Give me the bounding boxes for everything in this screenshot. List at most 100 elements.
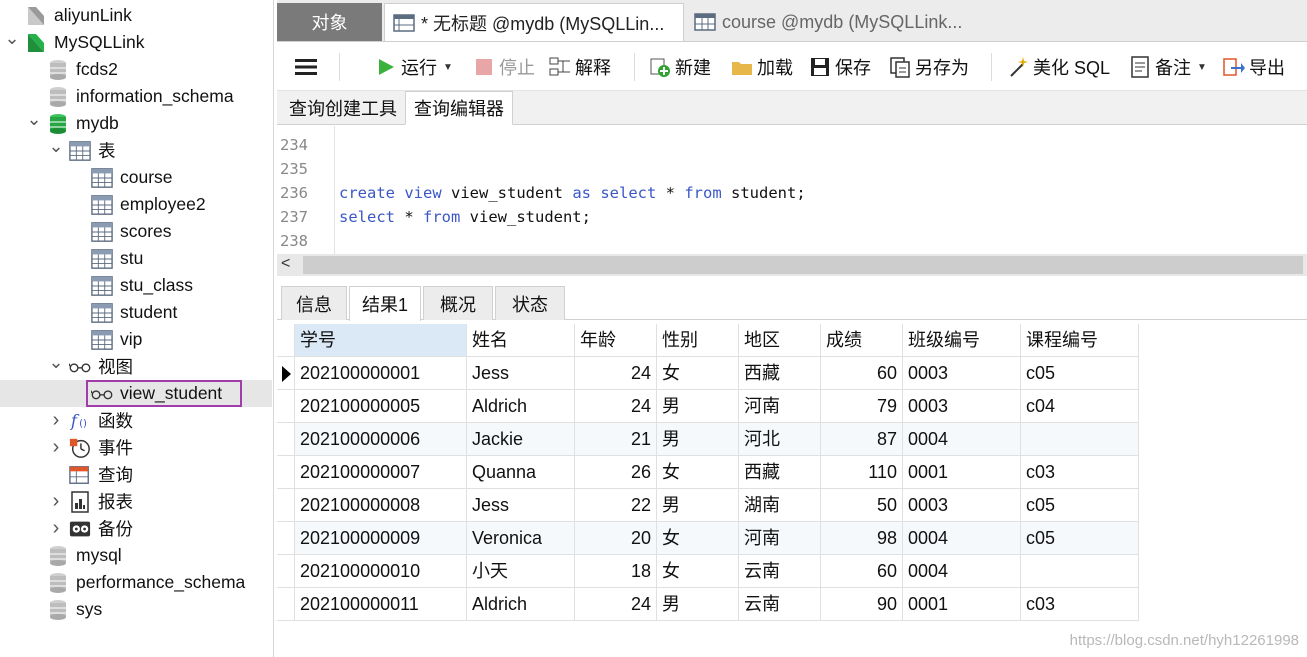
result-tab-0[interactable]: 信息 xyxy=(281,286,347,320)
column-header[interactable]: 班级编号 xyxy=(903,324,1021,357)
table-cell[interactable]: 小天 xyxy=(467,555,575,588)
table-cell[interactable]: 男 xyxy=(657,588,739,621)
table-cell[interactable]: 202100000005 xyxy=(295,390,467,423)
sidebar-item-student[interactable]: student xyxy=(0,299,272,326)
table-cell[interactable]: 河南 xyxy=(739,522,821,555)
sidebar-item-mysqllink[interactable]: ⌄ MySQLLink xyxy=(0,28,272,56)
table-cell[interactable]: Quanna xyxy=(467,456,575,489)
table-cell[interactable]: 202100000009 xyxy=(295,522,467,555)
table-cell[interactable]: 0001 xyxy=(903,588,1021,621)
chevron-down-icon[interactable]: ⌄ xyxy=(48,136,64,156)
sidebar-item-view_student[interactable]: view_student xyxy=(0,380,272,407)
table-cell[interactable]: 湖南 xyxy=(739,489,821,522)
table-cell[interactable]: c05 xyxy=(1021,357,1139,390)
sidebar-item-vip[interactable]: vip xyxy=(0,326,272,353)
sidebar-item-fcds2[interactable]: fcds2 xyxy=(0,56,272,83)
table-row[interactable]: 202100000005 Aldrich 24 男河南 79 0003 c04 xyxy=(277,390,1139,423)
table-cell[interactable]: 60 xyxy=(821,555,903,588)
table-cell[interactable]: Aldrich xyxy=(467,390,575,423)
table-cell[interactable]: 河南 xyxy=(739,390,821,423)
editor-horizontal-scrollbar[interactable]: < xyxy=(277,254,1307,276)
chevron-right-icon[interactable]: › xyxy=(48,409,64,431)
table-row[interactable]: 202100000011 Aldrich 24 男云南 90 0001 c03 xyxy=(277,588,1139,621)
table-cell[interactable]: 西藏 xyxy=(739,456,821,489)
table-cell[interactable]: 18 xyxy=(575,555,657,588)
sidebar-item-scores[interactable]: scores xyxy=(0,218,272,245)
table-cell[interactable]: 0003 xyxy=(903,390,1021,423)
table-cell[interactable]: 0001 xyxy=(903,456,1021,489)
sidebar-item-node17[interactable]: 查询 xyxy=(0,461,272,488)
load-button[interactable]: 加载 xyxy=(731,43,793,91)
sidebar-item-node5[interactable]: ⌄ 表 xyxy=(0,136,272,164)
sidebar-item-employee2[interactable]: employee2 xyxy=(0,191,272,218)
sidebar-item-node16[interactable]: › 事件 xyxy=(0,434,272,461)
chevron-right-icon[interactable]: › xyxy=(48,490,64,512)
table-cell[interactable]: 女 xyxy=(657,357,739,390)
table-cell[interactable]: 男 xyxy=(657,390,739,423)
chevron-down-icon[interactable]: ⌄ xyxy=(4,28,20,48)
table-cell[interactable]: 202100000008 xyxy=(295,489,467,522)
tab-course[interactable]: course @mydb (MySQLLink... xyxy=(686,3,986,41)
table-cell[interactable]: 202100000011 xyxy=(295,588,467,621)
table-cell[interactable]: c04 xyxy=(1021,390,1139,423)
table-cell[interactable]: 西藏 xyxy=(739,357,821,390)
column-header[interactable]: 成绩 xyxy=(821,324,903,357)
table-cell[interactable]: 河北 xyxy=(739,423,821,456)
table-cell[interactable]: 24 xyxy=(575,357,657,390)
table-cell[interactable]: 22 xyxy=(575,489,657,522)
table-cell[interactable]: Jess xyxy=(467,357,575,390)
table-cell[interactable]: 男 xyxy=(657,423,739,456)
code-line[interactable]: create view view_student as select * fro… xyxy=(339,181,806,205)
column-header[interactable]: 年龄 xyxy=(575,324,657,357)
sidebar-item-mysql[interactable]: mysql xyxy=(0,542,272,569)
tab-query-untitled[interactable]: * 无标题 @mydb (MySQLLin... xyxy=(384,3,684,41)
table-cell[interactable]: 男 xyxy=(657,489,739,522)
save-as-button[interactable]: 另存为 xyxy=(889,43,969,91)
result-tab-1[interactable]: 结果1 xyxy=(349,286,421,321)
table-cell[interactable]: Veronica xyxy=(467,522,575,555)
sidebar-item-information_schema[interactable]: information_schema xyxy=(0,83,272,110)
table-cell[interactable] xyxy=(1021,555,1139,588)
result-tab-2[interactable]: 概况 xyxy=(423,286,493,320)
chevron-right-icon[interactable]: › xyxy=(48,517,64,539)
table-cell[interactable]: c05 xyxy=(1021,489,1139,522)
table-cell[interactable]: 20 xyxy=(575,522,657,555)
table-cell[interactable]: 79 xyxy=(821,390,903,423)
column-header[interactable]: 课程编号 xyxy=(1021,324,1139,357)
chevron-right-icon[interactable]: › xyxy=(48,436,64,458)
beautify-sql-button[interactable]: 美化 SQL xyxy=(1007,43,1110,91)
chevron-down-icon[interactable]: ⌄ xyxy=(48,352,64,372)
table-cell[interactable]: 21 xyxy=(575,423,657,456)
table-cell[interactable]: 0004 xyxy=(903,522,1021,555)
table-cell[interactable]: 202100000006 xyxy=(295,423,467,456)
table-cell[interactable]: 202100000007 xyxy=(295,456,467,489)
table-cell[interactable]: 女 xyxy=(657,456,739,489)
table-cell[interactable]: 87 xyxy=(821,423,903,456)
tab-objects[interactable]: 对象 xyxy=(277,3,382,41)
table-cell[interactable]: 女 xyxy=(657,555,739,588)
table-cell[interactable]: c03 xyxy=(1021,588,1139,621)
table-cell[interactable]: 202100000010 xyxy=(295,555,467,588)
table-row[interactable]: 202100000010 小天 18 女云南 60 0004 xyxy=(277,555,1139,588)
run-button[interactable]: 运行 ▼ xyxy=(375,43,453,91)
table-cell[interactable]: 24 xyxy=(575,390,657,423)
table-cell[interactable]: 98 xyxy=(821,522,903,555)
comment-button[interactable]: 备注 ▼ xyxy=(1129,43,1207,91)
sql-editor[interactable]: 234 235 236 237 238 create view view_student… xyxy=(277,126,1307,254)
table-cell[interactable]: 0004 xyxy=(903,555,1021,588)
scroll-left-arrow-icon[interactable]: < xyxy=(281,255,290,273)
table-cell[interactable]: Jackie xyxy=(467,423,575,456)
tab-query-builder[interactable]: 查询创建工具 xyxy=(281,91,405,125)
sidebar-item-course[interactable]: course xyxy=(0,164,272,191)
table-cell[interactable]: 云南 xyxy=(739,588,821,621)
table-cell[interactable]: 云南 xyxy=(739,555,821,588)
table-cell[interactable]: 0003 xyxy=(903,489,1021,522)
table-row[interactable]: 202100000009 Veronica 20 女河南 98 0004 c05 xyxy=(277,522,1139,555)
table-cell[interactable]: 90 xyxy=(821,588,903,621)
table-cell[interactable]: 110 xyxy=(821,456,903,489)
comment-dropdown-caret-icon[interactable]: ▼ xyxy=(1197,62,1207,73)
table-cell[interactable]: 60 xyxy=(821,357,903,390)
export-button[interactable]: 导出 xyxy=(1223,43,1285,91)
sidebar-item-sys[interactable]: sys xyxy=(0,596,272,623)
sidebar-item-mydb[interactable]: ⌄ mydb xyxy=(0,109,272,137)
